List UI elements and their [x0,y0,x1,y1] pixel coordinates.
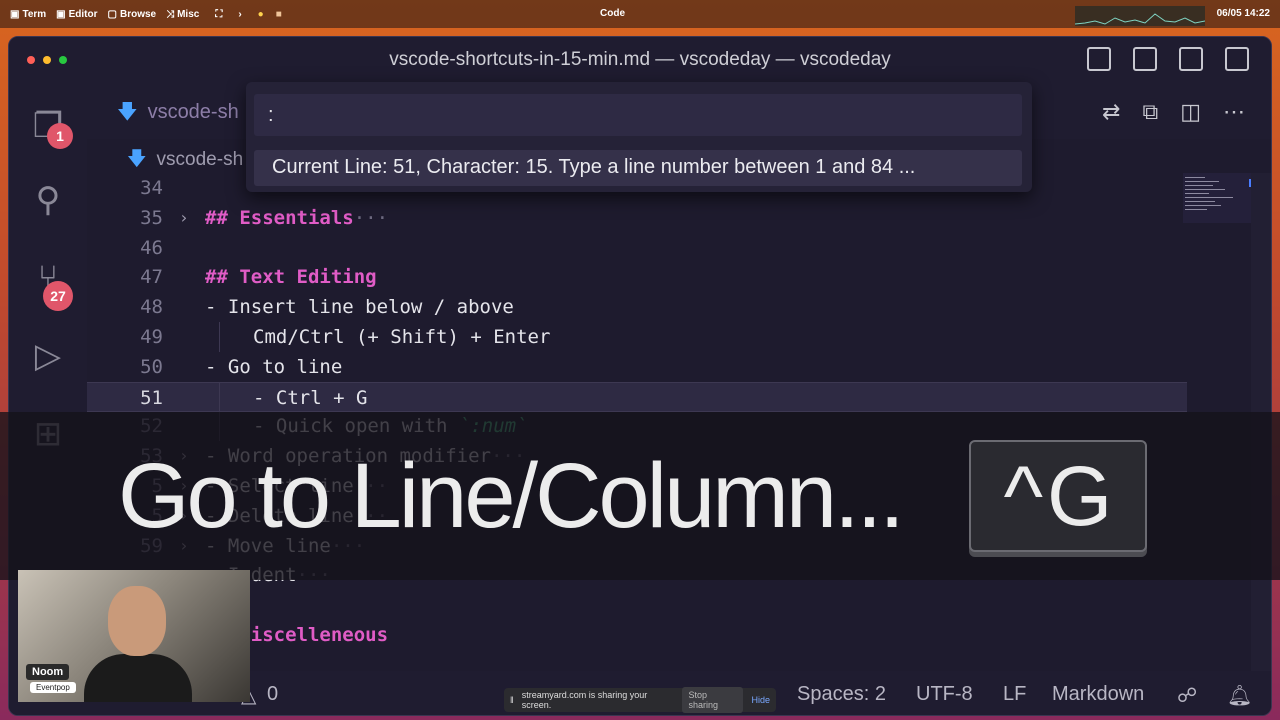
line-number: 34 [140,177,163,199]
ctrl-key-symbol: ^ [1003,448,1044,543]
key-letter: G [1047,448,1113,543]
indent-guide [219,322,220,352]
macos-menubar: ▣ Term ▣ Editor ▢ Browse ⤨ Misc ⛶ › ● ■ Code… [0,0,1280,28]
code-line[interactable]: 47 ## Text Editing [87,262,1187,292]
traffic-lights [27,56,67,64]
line-number: 47 [140,266,163,289]
minimize-window-button[interactable] [43,56,51,64]
line-text: - Ctrl + G [253,383,367,413]
close-window-button[interactable] [27,56,35,64]
line-content: Cmd/Ctrl (+ Shift) + Enter [253,326,551,348]
split-editor-icon[interactable]: ◫ [1180,99,1201,125]
markdown-file-icon: 🡇 [127,149,147,170]
shuffle-icon: ⤨ [166,8,175,20]
line-text: Cmd/Ctrl (+ Shift) + Enter [253,322,550,352]
line-number: 50 [140,355,163,378]
search-icon[interactable]: ⚲ [27,179,69,221]
editor-icon: ▣ [56,8,66,20]
shortcut-keycap: ^ G [969,440,1147,552]
menubar-item-editor[interactable]: ▣ Editor [56,9,97,20]
code-line[interactable]: 46 [87,233,1187,263]
open-changes-icon[interactable]: ⇄ [1102,99,1120,125]
menubar-item-misc[interactable]: ⤨ Misc [166,9,199,20]
tab-active-file[interactable]: 🡇 vscode-sh [117,97,239,131]
minimap[interactable] [1183,173,1253,373]
terminal-icon: ▣ [10,8,20,20]
line-content: - Insert line below / above [205,296,514,319]
markdown-heading: ## Essentials [205,206,354,229]
code-line[interactable] [87,590,1187,620]
line-text: - Go to line [205,352,342,382]
eol-status[interactable]: LF [1003,683,1026,706]
menubar-clock: 06/05 14:22 [1216,8,1270,19]
language-mode-status[interactable]: Markdown [1052,683,1144,706]
source-control-badge: 27 [43,281,73,311]
titlebar: vscode-shortcuts-in-15-min.md — vscodeda… [9,37,1271,83]
presenter-head [108,586,166,656]
line-text: ## Essentials··· [205,203,388,233]
menubar-app-icon[interactable]: ■ [276,9,282,20]
line-content: - Ctrl + G [253,386,368,409]
code-line[interactable]: 48 - Insert line below / above [87,292,1187,322]
toggle-secondary-sidebar-icon[interactable] [1179,47,1203,71]
menubar-chevron-icon[interactable]: › [238,9,241,20]
line-number: 48 [140,296,163,319]
brand-tag: Eventpop [30,682,76,693]
editor-actions: ⇄ ⧉ ◫ ⋯ [1102,99,1245,125]
layout-controls [1087,47,1249,71]
toggle-panel-icon[interactable] [1133,47,1157,71]
menubar-expand-icon[interactable]: ⛶ [215,9,222,20]
webcam-feed: Noom Eventpop [18,570,250,702]
code-line[interactable]: 35 › ## Essentials··· [87,203,1187,233]
more-actions-icon[interactable]: ⋯ [1223,99,1245,125]
code-line[interactable]: 50 - Go to line [87,352,1187,382]
folded-ellipsis[interactable]: ··· [354,207,388,229]
open-preview-icon[interactable]: ⧉ [1142,99,1158,125]
hide-banner-button[interactable]: Hide [751,695,770,705]
toggle-sidebar-icon[interactable] [1087,47,1111,71]
current-code-line[interactable]: 51 - Ctrl + G [87,381,1187,413]
menubar-bell-icon[interactable]: ● [258,9,264,20]
maximize-window-button[interactable] [59,56,67,64]
menubar-item-term[interactable]: ▣ Term [10,9,46,20]
go-to-line-message: Current Line: 51, Character: 15. Type a … [254,150,1022,186]
line-text: - Insert line below / above [205,292,514,322]
markdown-heading: ## Text Editing [205,266,377,289]
presenter-body [84,654,192,702]
quick-input-widget: Current Line: 51, Character: 15. Type a … [246,82,1032,192]
encoding-status[interactable]: UTF-8 [916,683,973,706]
menubar-item-browse[interactable]: ▢ Browse [108,9,157,20]
stop-sharing-button[interactable]: Stop sharing [682,687,744,713]
browser-icon: ▢ [107,8,117,20]
line-number: 51 [140,386,163,409]
markdown-file-icon: 🡇 [117,101,138,123]
line-number: 49 [140,326,163,348]
customize-layout-icon[interactable] [1225,47,1249,71]
line-number: 35 [140,206,163,229]
notifications-bell-icon[interactable]: 🔔︎ [1227,683,1252,708]
menubar-app-name: Code [600,8,625,19]
presenter-name-tag: Noom [26,664,70,680]
indent-guide [219,382,220,413]
code-line[interactable]: ## Miscelleneous [87,620,1187,650]
explorer-badge: 1 [47,123,73,149]
share-message: streamyard.com is sharing your screen. [521,690,648,710]
problems-count[interactable]: 0 [267,683,278,706]
run-debug-icon[interactable]: ▷ [27,335,69,377]
go-to-line-input[interactable] [254,94,1022,136]
code-line[interactable]: 49 Cmd/Ctrl (+ Shift) + Enter [87,322,1187,352]
indentation-status[interactable]: Spaces: 2 [797,683,886,706]
line-content: - Go to line [205,355,343,378]
window-title: vscode-shortcuts-in-15-min.md — vscodeda… [389,49,891,70]
line-number: 46 [140,236,163,259]
screen-share-banner: ‖ streamyard.com is sharing your screen.… [504,687,776,713]
fold-chevron-icon[interactable]: › [179,203,189,233]
cpu-graph [1075,6,1205,26]
line-text: ## Text Editing [205,262,377,292]
pause-icon: ‖ [510,695,514,705]
shortcut-caption: Go to Line/Column... [118,445,905,547]
feedback-icon[interactable]: ☍ [1177,683,1197,708]
